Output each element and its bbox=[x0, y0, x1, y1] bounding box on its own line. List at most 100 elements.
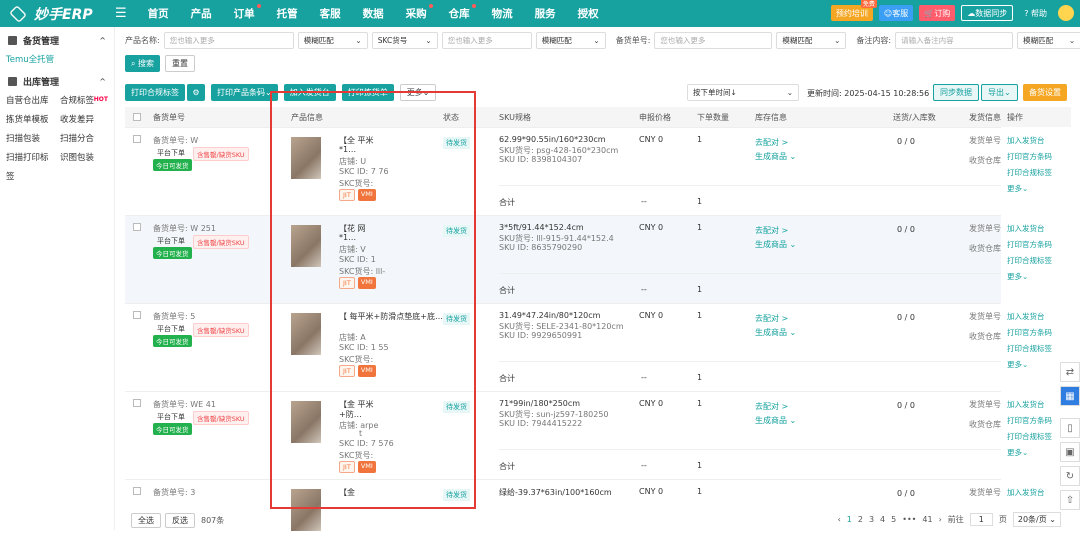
data-sync-button[interactable]: ☁ 数据同步 bbox=[961, 5, 1014, 21]
match-link[interactable]: 去配对 > bbox=[755, 225, 788, 236]
sidebar-item-收发差异[interactable]: 收发差异 bbox=[54, 111, 108, 130]
save-icon[interactable]: ▣ bbox=[1060, 442, 1080, 462]
op-0[interactable]: 加入发货台 bbox=[1007, 221, 1067, 237]
op-3[interactable]: 更多⌄ bbox=[1007, 269, 1067, 285]
op-2[interactable]: 打印合规标签 bbox=[1007, 165, 1067, 181]
refresh-icon[interactable]: ↻ bbox=[1060, 466, 1080, 486]
sidebar-item-拣货单模板[interactable]: 拣货单模板 bbox=[0, 111, 54, 130]
print-barcode-button[interactable]: 打印产品条码 ⌄ bbox=[211, 84, 278, 101]
stock-no-input[interactable]: 您也输入更多 bbox=[654, 32, 773, 49]
sidebar-item-识图包装[interactable]: 识图包装 bbox=[54, 149, 108, 168]
sidebar-group-outbound[interactable]: 出库管理 ^ bbox=[0, 70, 114, 92]
op-0[interactable]: 加入发货台 bbox=[1007, 309, 1067, 325]
product-name-input[interactable]: 您也输入更多 bbox=[163, 32, 294, 49]
sidebar-item-扫描打印标签[interactable]: 扫描打印标签 bbox=[0, 149, 54, 182]
sync-data-button[interactable]: 同步数据 bbox=[933, 84, 979, 101]
next-page-icon[interactable]: › bbox=[939, 515, 942, 524]
page-3[interactable]: 3 bbox=[869, 515, 874, 524]
op-2[interactable]: 打印合规标签 bbox=[1007, 341, 1067, 357]
skc-match-select[interactable]: 模糊匹配 ⌄ bbox=[535, 32, 606, 49]
top-icon[interactable]: ⇧ bbox=[1060, 490, 1080, 510]
generate-product-link[interactable]: 生成商品 ⌄ bbox=[755, 239, 796, 250]
nav-item-托管[interactable]: 托管 bbox=[266, 6, 309, 21]
print-label-button[interactable]: 打印合规标签 bbox=[125, 84, 185, 101]
name-match-select[interactable]: 模糊匹配 ⌄ bbox=[297, 32, 368, 49]
page-2[interactable]: 2 bbox=[858, 515, 863, 524]
reset-button[interactable]: 重置 bbox=[165, 55, 196, 72]
nav-item-产品[interactable]: 产品 bbox=[180, 6, 223, 21]
nav-item-采购[interactable]: 采购 bbox=[395, 4, 438, 21]
sidebar-item-合规标签[interactable]: 合规标签 HOT bbox=[54, 92, 108, 111]
op-2[interactable]: 打印合规标签 bbox=[1007, 253, 1067, 269]
prev-page-icon[interactable]: ‹ bbox=[838, 515, 841, 524]
page-41[interactable]: 41 bbox=[922, 515, 932, 524]
search-button[interactable]: ⌕ 搜索 bbox=[125, 55, 161, 72]
stock-settings-button[interactable]: 备货设置 bbox=[1023, 84, 1067, 101]
export-button[interactable]: 导出 ⌄ bbox=[981, 84, 1018, 101]
training-button[interactable]: 预约培训 免费 bbox=[830, 0, 877, 21]
skc-input[interactable]: 您也输入更多 bbox=[441, 32, 532, 49]
sidebar-item-自营仓出库[interactable]: 自营仓出库 bbox=[0, 92, 54, 111]
delivered-count: 0 / 0 bbox=[897, 313, 915, 322]
select-all-checkbox[interactable] bbox=[133, 113, 141, 121]
per-page-select[interactable]: 20条/页 ⌄ bbox=[1012, 512, 1061, 527]
note-match-select[interactable]: 模糊匹配 ⌄ bbox=[1017, 32, 1080, 49]
gear-icon[interactable]: ⚙ bbox=[187, 84, 205, 101]
op-0[interactable]: 加入发货台 bbox=[1007, 133, 1067, 149]
page-1[interactable]: 1 bbox=[847, 515, 852, 524]
op-1[interactable]: 打印官方条码 bbox=[1007, 413, 1067, 429]
app-icon[interactable]: ▦ bbox=[1060, 386, 1080, 406]
match-link[interactable]: 去配对 > bbox=[755, 137, 788, 148]
order-button[interactable]: 🛒 订购 bbox=[919, 5, 956, 21]
select-all-button[interactable]: 全选 bbox=[131, 512, 161, 528]
skc-type-select[interactable]: SKC货号 ⌄ bbox=[371, 32, 438, 49]
row-checkbox[interactable] bbox=[133, 311, 141, 319]
total-qty: 1 bbox=[697, 461, 703, 470]
op-1[interactable]: 打印官方条码 bbox=[1007, 149, 1067, 165]
menu-icon[interactable]: ☰ bbox=[115, 6, 127, 21]
app-logo[interactable]: 妙手ERP bbox=[0, 4, 115, 24]
match-link[interactable]: 去配对 > bbox=[755, 401, 788, 412]
invert-button[interactable]: 反选 bbox=[165, 512, 195, 528]
service-button[interactable]: ☺ 客服 bbox=[878, 5, 914, 21]
op-3[interactable]: 更多⌄ bbox=[1007, 181, 1067, 197]
nav-item-客服[interactable]: 客服 bbox=[309, 6, 352, 21]
generate-product-link[interactable]: 生成商品 ⌄ bbox=[755, 327, 796, 338]
row-checkbox[interactable] bbox=[133, 399, 141, 407]
help-button[interactable]: ? 帮助 bbox=[1019, 5, 1052, 21]
note-input[interactable]: 请输入备注内容 bbox=[895, 32, 1014, 49]
op-0[interactable]: 加入发货台 bbox=[1007, 485, 1067, 501]
sort-select[interactable]: 按下单时间↓ ⌄ bbox=[687, 84, 799, 101]
sidebar-item-temu[interactable]: Temu全托管 bbox=[0, 51, 114, 70]
nav-item-首页[interactable]: 首页 bbox=[137, 6, 180, 21]
page-5[interactable]: 5 bbox=[891, 515, 896, 524]
translate-icon[interactable]: ⇄ bbox=[1060, 362, 1080, 382]
avatar[interactable] bbox=[1058, 5, 1074, 21]
row-checkbox[interactable] bbox=[133, 223, 141, 231]
sidebar-group-stock[interactable]: 备货管理 ^ bbox=[0, 29, 114, 51]
nav-item-授权[interactable]: 授权 bbox=[567, 6, 610, 21]
stock-match-select[interactable]: 模糊匹配 ⌄ bbox=[776, 32, 847, 49]
match-link[interactable]: 去配对 > bbox=[755, 313, 788, 324]
sidebar-item-扫描分合[interactable]: 扫描分合 bbox=[54, 130, 108, 149]
op-0[interactable]: 加入发货台 bbox=[1007, 397, 1067, 413]
generate-product-link[interactable]: 生成商品 ⌄ bbox=[755, 415, 796, 426]
op-1[interactable]: 打印官方条码 bbox=[1007, 325, 1067, 341]
generate-product-link[interactable]: 生成商品 ⌄ bbox=[755, 151, 796, 162]
nav-item-物流[interactable]: 物流 bbox=[481, 6, 524, 21]
op-3[interactable]: 更多⌄ bbox=[1007, 357, 1067, 373]
page-4[interactable]: 4 bbox=[880, 515, 885, 524]
row-checkbox[interactable] bbox=[133, 487, 141, 495]
nav-item-仓库[interactable]: 仓库 bbox=[438, 4, 481, 21]
sidebar-item-扫描包装[interactable]: 扫描包装 bbox=[0, 130, 54, 149]
op-3[interactable]: 更多⌄ bbox=[1007, 445, 1067, 461]
nav-item-服务[interactable]: 服务 bbox=[524, 6, 567, 21]
phone-icon[interactable]: ▯ bbox=[1060, 418, 1080, 438]
nav-item-订单[interactable]: 订单 bbox=[223, 4, 266, 21]
op-1[interactable]: 打印官方条码 bbox=[1007, 237, 1067, 253]
page-input[interactable]: 1 bbox=[969, 513, 993, 526]
row-checkbox[interactable] bbox=[133, 135, 141, 143]
op-2[interactable]: 打印合规标签 bbox=[1007, 429, 1067, 445]
nav-item-数据[interactable]: 数据 bbox=[352, 6, 395, 21]
page-•••[interactable]: ••• bbox=[902, 515, 916, 524]
